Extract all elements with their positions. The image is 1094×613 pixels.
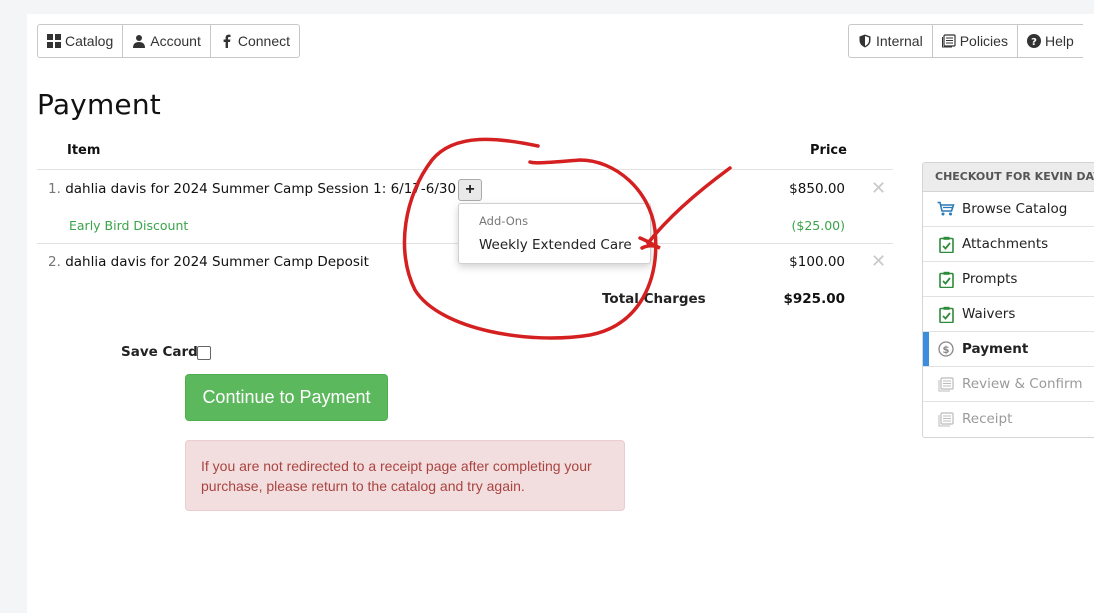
step-label: Review & Confirm <box>962 376 1083 392</box>
add-ons-dropdown: Add-Ons Weekly Extended Care <box>458 203 651 264</box>
total-charges-label: Total Charges <box>602 291 706 307</box>
step-payment[interactable]: $ Payment <box>923 332 1094 367</box>
save-card-label: Save Card <box>121 344 198 360</box>
shield-icon <box>858 34 872 48</box>
utility-nav: Internal Policies ? Help <box>848 24 1083 58</box>
item-column-header: Item <box>67 143 101 158</box>
step-attachments[interactable]: Attachments <box>923 227 1094 262</box>
connect-label: Connect <box>237 33 291 49</box>
facebook-icon <box>220 34 234 48</box>
checkout-header: CHECKOUT FOR KEVIN DAVIS <box>923 163 1094 192</box>
row-item-name: dahlia davis for 2024 Summer Camp Deposi… <box>65 254 369 270</box>
step-label: Payment <box>962 341 1029 357</box>
discount-value: ($25.00) <box>791 218 846 233</box>
connect-button[interactable]: Connect <box>211 25 299 57</box>
account-label: Account <box>150 33 201 49</box>
checkout-steps-panel: CHECKOUT FOR KEVIN DAVIS Browse Catalog … <box>922 162 1094 438</box>
row-price: $850.00 <box>789 181 845 197</box>
account-button[interactable]: Account <box>123 25 211 57</box>
receipt-icon <box>937 375 955 393</box>
step-label: Browse Catalog <box>962 201 1068 217</box>
add-ons-header: Add-Ons <box>479 214 529 228</box>
receipt-icon <box>937 410 955 428</box>
document-icon <box>941 34 956 48</box>
cart-icon <box>937 200 955 218</box>
remove-item-1-icon[interactable]: ✕ <box>871 178 886 199</box>
step-browse-catalog[interactable]: Browse Catalog <box>923 192 1094 227</box>
svg-text:$: $ <box>943 345 950 356</box>
internal-label: Internal <box>876 33 923 49</box>
continue-to-payment-button[interactable]: Continue to Payment <box>185 374 388 421</box>
help-label: Help <box>1044 33 1074 49</box>
row-item-name: dahlia davis for 2024 Summer Camp Sessio… <box>65 181 457 197</box>
step-label: Prompts <box>962 271 1018 287</box>
step-waivers[interactable]: Waivers <box>923 297 1094 332</box>
catalog-button[interactable]: Catalog <box>38 25 124 57</box>
total-charges-value: $925.00 <box>783 291 846 307</box>
add-ons-toggle-button[interactable]: + <box>458 179 482 201</box>
row-price: $100.00 <box>789 254 845 270</box>
page-title: Payment <box>37 88 161 121</box>
price-column-header: Price <box>810 143 847 158</box>
step-receipt[interactable]: Receipt <box>923 402 1094 436</box>
step-label: Waivers <box>962 306 1016 322</box>
policies-button[interactable]: Policies <box>933 25 1018 57</box>
main-nav: Catalog Account Connect <box>37 24 301 58</box>
question-circle-icon: ? <box>1026 34 1041 48</box>
redirect-alert: If you are not redirected to a receipt p… <box>185 440 625 511</box>
remove-item-2-icon[interactable]: ✕ <box>871 251 886 272</box>
clipboard-check-icon <box>937 305 955 323</box>
save-card-checkbox[interactable] <box>197 346 211 360</box>
step-review-confirm[interactable]: Review & Confirm <box>923 367 1094 402</box>
internal-button[interactable]: Internal <box>849 25 933 57</box>
row-number: 2. <box>48 254 61 270</box>
table-row: 2. dahlia davis for 2024 Summer Camp Dep… <box>48 254 369 270</box>
svg-text:?: ? <box>1031 37 1037 48</box>
step-label: Receipt <box>962 411 1013 427</box>
table-row: 1. dahlia davis for 2024 Summer Camp Ses… <box>48 181 456 197</box>
clipboard-check-icon <box>937 270 955 288</box>
dollar-circle-icon: $ <box>937 340 955 358</box>
add-on-option[interactable]: Weekly Extended Care <box>479 237 632 253</box>
discount-label: Early Bird Discount <box>69 218 189 233</box>
policies-label: Policies <box>959 33 1008 49</box>
row-number: 1. <box>48 181 61 197</box>
clipboard-check-icon <box>937 235 955 253</box>
step-label: Attachments <box>962 236 1049 252</box>
user-icon <box>132 34 146 48</box>
help-button[interactable]: ? Help <box>1018 25 1083 57</box>
divider <box>37 169 893 170</box>
catalog-label: Catalog <box>65 33 114 49</box>
step-prompts[interactable]: Prompts <box>923 262 1094 297</box>
grid-icon <box>47 34 61 48</box>
